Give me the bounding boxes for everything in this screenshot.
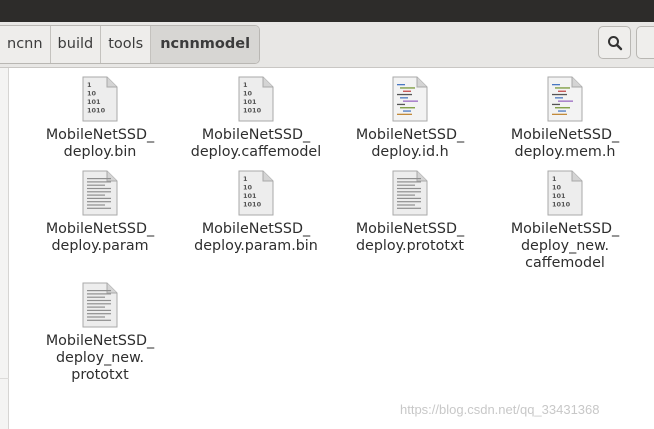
code-file-icon bbox=[392, 76, 428, 122]
svg-text:10: 10 bbox=[243, 184, 253, 192]
sidebar-divider bbox=[0, 378, 9, 379]
file-item[interactable]: MobileNetSSD_ deploy.param bbox=[25, 170, 175, 255]
file-name: MobileNetSSD_ deploy.param bbox=[45, 221, 155, 254]
text-file-icon bbox=[82, 282, 118, 328]
svg-text:10: 10 bbox=[552, 184, 562, 192]
svg-text:1010: 1010 bbox=[243, 107, 262, 115]
sidebar bbox=[0, 68, 9, 429]
svg-text:1: 1 bbox=[552, 175, 557, 183]
file-name: MobileNetSSD_ deploy.prototxt bbox=[355, 221, 465, 254]
file-item[interactable]: 1 10 101 1010 MobileNetSSD_ deploy.bin bbox=[25, 76, 175, 161]
file-item[interactable]: 1 10 101 1010 MobileNetSSD_ deploy.param.bin bbox=[181, 170, 331, 255]
binary-file-icon: 1 10 101 1010 bbox=[238, 76, 274, 122]
svg-text:1: 1 bbox=[243, 175, 248, 183]
svg-text:101: 101 bbox=[243, 192, 257, 200]
file-name: MobileNetSSD_ deploy.mem.h bbox=[510, 127, 620, 160]
file-item[interactable]: 1 10 101 1010 MobileNetSSD_ deploy_new. caff… bbox=[490, 170, 640, 272]
text-file-icon bbox=[82, 170, 118, 216]
view-options-button[interactable] bbox=[636, 26, 654, 59]
file-item[interactable]: MobileNetSSD_ deploy.prototxt bbox=[335, 170, 485, 255]
binary-file-icon: 1 10 101 1010 bbox=[238, 170, 274, 216]
window-top-bar bbox=[0, 0, 654, 22]
code-file-icon bbox=[547, 76, 583, 122]
svg-text:101: 101 bbox=[552, 192, 566, 200]
file-item[interactable]: MobileNetSSD_ deploy_new. prototxt bbox=[25, 282, 175, 384]
text-file-icon bbox=[392, 170, 428, 216]
watermark: https://blog.csdn.net/qq_33431368 bbox=[400, 402, 600, 417]
file-name: MobileNetSSD_ deploy.param.bin bbox=[194, 221, 318, 254]
header-bar: ncnn build tools ncnnmodel bbox=[0, 22, 654, 68]
svg-text:1: 1 bbox=[87, 81, 92, 89]
svg-text:101: 101 bbox=[243, 98, 257, 106]
breadcrumb-item-tools[interactable]: tools bbox=[101, 26, 152, 63]
svg-text:1010: 1010 bbox=[552, 201, 571, 209]
breadcrumb: ncnn build tools ncnnmodel bbox=[0, 25, 261, 64]
binary-file-icon: 1 10 101 1010 bbox=[547, 170, 583, 216]
file-item[interactable]: MobileNetSSD_ deploy.mem.h bbox=[490, 76, 640, 161]
file-name: MobileNetSSD_ deploy.caffemodel bbox=[190, 127, 322, 160]
file-name: MobileNetSSD_ deploy.id.h bbox=[355, 127, 465, 160]
svg-text:1: 1 bbox=[243, 81, 248, 89]
file-name: MobileNetSSD_ deploy_new. caffemodel bbox=[510, 221, 620, 271]
file-item[interactable]: MobileNetSSD_ deploy.id.h bbox=[335, 76, 485, 161]
search-button[interactable] bbox=[598, 26, 631, 59]
breadcrumb-item-ncnnmodel[interactable]: ncnnmodel bbox=[151, 26, 260, 63]
svg-text:10: 10 bbox=[243, 90, 253, 98]
svg-text:1010: 1010 bbox=[243, 201, 262, 209]
binary-file-icon: 1 10 101 1010 bbox=[82, 76, 118, 122]
svg-text:101: 101 bbox=[87, 98, 101, 106]
search-icon bbox=[607, 35, 622, 50]
svg-text:10: 10 bbox=[87, 90, 97, 98]
file-name: MobileNetSSD_ deploy_new. prototxt bbox=[45, 333, 155, 383]
file-item[interactable]: 1 10 101 1010 MobileNetSSD_ deploy.caffemode… bbox=[181, 76, 331, 161]
file-name: MobileNetSSD_ deploy.bin bbox=[45, 127, 155, 160]
breadcrumb-item-ncnn[interactable]: ncnn bbox=[0, 26, 51, 63]
breadcrumb-item-build[interactable]: build bbox=[51, 26, 102, 63]
svg-text:1010: 1010 bbox=[87, 107, 106, 115]
